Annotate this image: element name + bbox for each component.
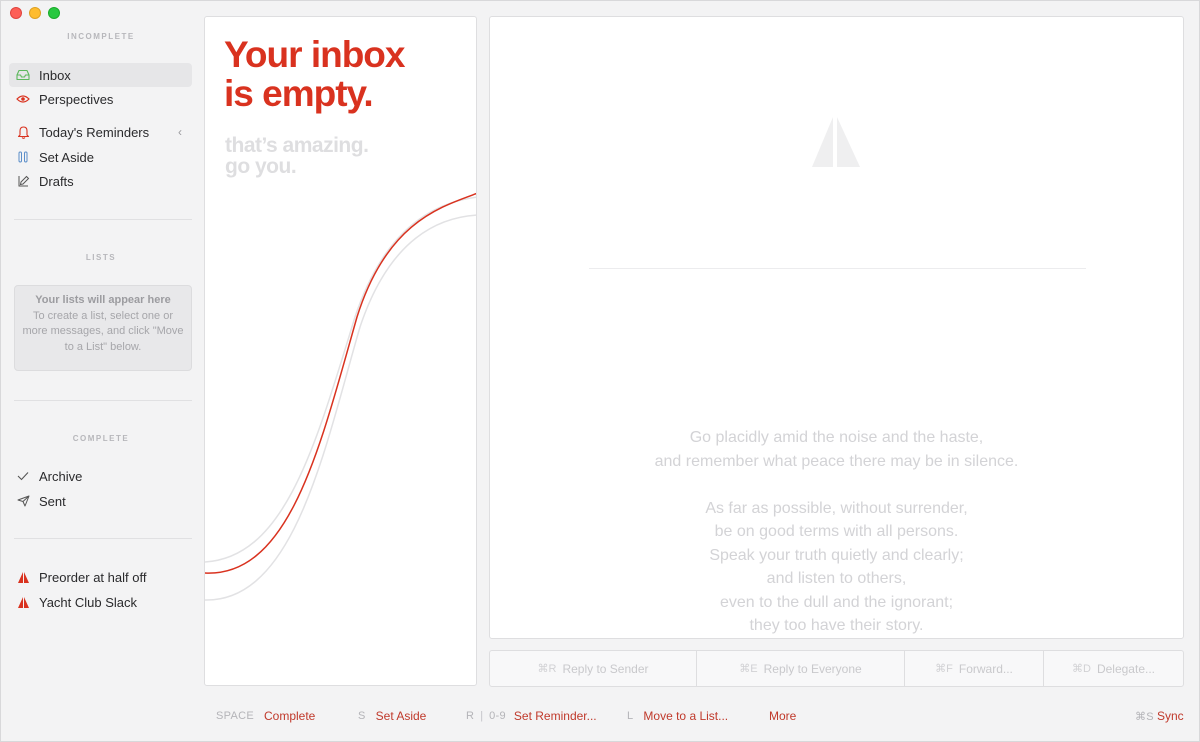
sidebar-item-inbox[interactable]: Inbox <box>9 63 192 87</box>
shortcut-key: R <box>466 710 475 722</box>
set-reminder-shortcut[interactable]: R | 0-9 Set Reminder... <box>466 709 597 723</box>
sidebar-item-label: Sent <box>39 493 66 509</box>
empty-sub-line-1: that’s amazing. <box>225 134 369 157</box>
sync-label: Sync <box>1156 709 1184 723</box>
reply-to-everyone-button[interactable]: ⌘E Reply to Everyone <box>697 651 905 686</box>
shortcut-label: ⌘D <box>1072 663 1091 675</box>
lists-empty-body: To create a list, select one or more mes… <box>22 309 184 353</box>
pause-icon <box>15 149 31 165</box>
sidebar-item-todays-reminders[interactable]: Today's Reminders ‹ <box>9 120 192 144</box>
sidebar-item-label: Archive <box>39 468 83 484</box>
shortcut-key: S <box>358 710 366 722</box>
sidebar-item-sent[interactable]: Sent <box>9 489 192 513</box>
poem-line <box>490 473 1183 497</box>
shortcut-separator: | <box>480 710 484 722</box>
shortcut-key: 0-9 <box>489 710 506 722</box>
message-list-pane: Your inbox is empty. that’s amazing. go … <box>204 16 477 686</box>
shortcut-label: Set Reminder... <box>513 709 597 723</box>
empty-sub-line-2: go you. <box>225 155 297 178</box>
shortcut-key: L <box>627 710 634 722</box>
poem-line: Speak your truth quietly and clearly; <box>709 546 964 564</box>
poem-line: and remember what peace there may be in … <box>654 452 1019 470</box>
poem-line: As far as possible, without surrender, <box>705 499 968 517</box>
button-label: Delegate... <box>1096 661 1155 676</box>
button-label: Reply to Everyone <box>763 661 862 676</box>
sidebar-item-label: Preorder at half off <box>39 569 147 585</box>
shortcut-label: Complete <box>263 709 316 723</box>
sidebar-item-set-aside[interactable]: Set Aside <box>9 145 192 169</box>
poem-line: even to the dull and the ignorant; <box>719 593 954 611</box>
sidebar-item-label: Set Aside <box>39 149 94 165</box>
sidebar-item-archive[interactable]: Archive <box>9 464 192 488</box>
shortcut-label: Set Aside <box>375 709 427 723</box>
sidebar-item-preorder[interactable]: Preorder at half off <box>9 565 192 589</box>
app-window: INCOMPLETE Inbox Perspectives Today's Re… <box>0 0 1200 742</box>
bell-icon <box>15 124 31 140</box>
more-button[interactable]: More <box>769 709 796 723</box>
poem-line: they too have their story. <box>749 617 924 634</box>
forward-button[interactable]: ⌘F Forward... <box>905 651 1044 686</box>
incomplete-header: INCOMPLETE <box>67 32 135 41</box>
sidebar-item-label: Drafts <box>39 173 74 189</box>
decorative-curves <box>205 192 476 601</box>
empty-title-line-2: is empty. <box>224 73 374 114</box>
shortcut-footer: SPACE Complete S Set Aside R | 0-9 Set R… <box>1 701 1200 731</box>
sail-logo-icon <box>812 117 860 167</box>
lists-header: LISTS <box>85 253 117 262</box>
empty-title-line-1: Your inbox <box>224 34 405 75</box>
sidebar: INCOMPLETE Inbox Perspectives Today's Re… <box>1 1 201 701</box>
delegate-button[interactable]: ⌘D Delegate... <box>1044 651 1183 686</box>
poem-line: Go placidly amid the noise and the haste… <box>689 429 984 446</box>
reading-pane: Go placidly amid the noise and the haste… <box>489 16 1184 639</box>
inbox-icon <box>15 67 31 83</box>
message-action-bar: ⌘R Reply to Sender ⌘E Reply to Everyone … <box>489 650 1184 687</box>
shortcut-label: ⌘R <box>537 663 557 675</box>
reply-to-sender-button[interactable]: ⌘R Reply to Sender <box>490 651 697 686</box>
pencil-icon <box>15 173 31 189</box>
button-label: Forward... <box>958 661 1013 676</box>
sidebar-item-perspectives[interactable]: Perspectives <box>9 87 192 111</box>
sidebar-item-label: Today's Reminders <box>39 124 150 140</box>
complete-header: COMPLETE <box>72 434 130 443</box>
reading-pane-divider <box>589 268 1086 269</box>
sidebar-divider <box>14 400 192 401</box>
checkmark-icon <box>15 468 31 484</box>
empty-inbox-subtitle: that’s amazing. go you. <box>225 134 369 178</box>
sidebar-item-label: Perspectives <box>39 91 114 107</box>
sidebar-item-yacht-club-slack[interactable]: Yacht Club Slack <box>9 590 192 614</box>
shortcut-label: ⌘E <box>739 663 758 675</box>
button-label: Reply to Sender <box>562 661 649 676</box>
poem-line: and listen to others, <box>766 570 907 587</box>
shortcut-key: SPACE <box>216 710 254 722</box>
sync-button[interactable]: ⌘S Sync <box>1135 709 1184 723</box>
shortcut-label: ⌘F <box>935 663 953 675</box>
shortcut-key: ⌘S <box>1135 710 1154 723</box>
sidebar-item-drafts[interactable]: Drafts <box>9 169 192 193</box>
lists-empty-title: Your lists will appear here <box>35 294 171 306</box>
poem-line: be on good terms with all persons. <box>714 523 959 540</box>
chevron-left-icon[interactable]: ‹ <box>178 125 182 139</box>
sidebar-divider <box>14 219 192 220</box>
sail-logo-icon <box>15 569 31 585</box>
complete-shortcut[interactable]: SPACE Complete <box>216 709 315 723</box>
desiderata-poem: Go placidly amid the noise and the haste… <box>490 426 1183 638</box>
set-aside-shortcut[interactable]: S Set Aside <box>358 709 426 723</box>
lists-empty-state: Your lists will appear here To create a … <box>14 285 192 371</box>
sidebar-item-label: Inbox <box>39 67 71 83</box>
sidebar-item-label: Yacht Club Slack <box>39 594 138 610</box>
shortcut-label: Move to a List... <box>643 709 729 723</box>
sidebar-divider <box>14 538 192 539</box>
eye-icon <box>15 91 31 107</box>
move-to-list-shortcut[interactable]: L Move to a List... <box>627 709 728 723</box>
more-label: More <box>769 709 797 723</box>
empty-inbox-title: Your inbox is empty. <box>224 34 405 114</box>
paper-plane-icon <box>15 493 31 509</box>
sail-logo-icon <box>15 594 31 610</box>
